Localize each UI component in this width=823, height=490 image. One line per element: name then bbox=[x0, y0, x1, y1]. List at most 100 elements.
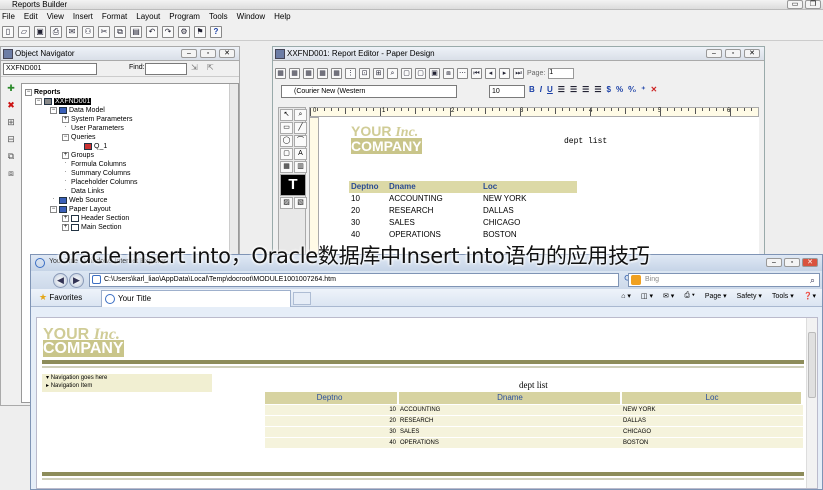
align-center-icon[interactable]: ☰ bbox=[570, 85, 577, 94]
menu-program[interactable]: Program bbox=[169, 10, 200, 23]
cut-icon[interactable]: ✂ bbox=[98, 25, 110, 38]
menu-window[interactable]: Window bbox=[237, 10, 265, 23]
first-page-icon[interactable]: ⏮ bbox=[471, 67, 482, 79]
last-page-icon[interactable]: ⏭ bbox=[513, 67, 524, 79]
expand-icon[interactable]: ⊞ bbox=[7, 117, 15, 128]
menu-tools[interactable]: Tools bbox=[209, 10, 228, 23]
run-icon[interactable]: ⚙ bbox=[178, 25, 190, 38]
menu-format[interactable]: Format bbox=[102, 10, 127, 23]
tree-node-user-parameters[interactable]: · User Parameters bbox=[62, 124, 124, 133]
size-icon[interactable]: ⊡ bbox=[359, 67, 370, 79]
browser-tab[interactable]: Your Title bbox=[101, 290, 291, 307]
back-button[interactable]: ◀ bbox=[53, 273, 68, 288]
menu-insert[interactable]: Insert bbox=[73, 10, 93, 23]
arc-tool-icon[interactable]: ⌒ bbox=[294, 135, 307, 147]
tree-node-queries[interactable]: − Queries bbox=[62, 133, 96, 142]
scrollbar-thumb[interactable] bbox=[808, 332, 816, 398]
feeds-icon[interactable]: ◫ ▾ bbox=[641, 292, 653, 300]
magnify-tool-icon[interactable]: ⌕ bbox=[294, 109, 307, 121]
font-size-select[interactable]: 10 bbox=[489, 85, 525, 98]
navigator-maximize-button[interactable]: ▫ bbox=[200, 49, 216, 58]
web-source-view-icon[interactable]: ▦ bbox=[289, 67, 300, 79]
delete-icon[interactable]: ✖ bbox=[7, 100, 15, 111]
tree-node-paper-layout[interactable]: − Paper Layout bbox=[50, 205, 111, 214]
chart-tool-icon[interactable]: ▥ bbox=[294, 161, 307, 173]
find-prev-icon[interactable]: ⇱ bbox=[207, 63, 214, 72]
paper-parameter-view-icon[interactable]: ▦ bbox=[331, 67, 342, 79]
menu-edit[interactable]: Edit bbox=[24, 10, 38, 23]
paper-design-view-icon[interactable]: ▦ bbox=[317, 67, 328, 79]
save-icon[interactable]: ▣ bbox=[34, 25, 46, 38]
app-restore-button[interactable]: ❐ bbox=[805, 0, 821, 9]
app-minimize-button[interactable]: ▭ bbox=[787, 0, 803, 9]
print-icon[interactable]: ⎙ ▾ bbox=[684, 292, 695, 300]
confine-icon[interactable]: ▣ bbox=[429, 67, 440, 79]
grid-icon[interactable]: ⋯ bbox=[457, 67, 468, 79]
currency-icon[interactable]: $ bbox=[606, 85, 610, 94]
align-left-icon[interactable]: ☰ bbox=[558, 85, 565, 94]
copy-icon[interactable]: ⧉ bbox=[114, 25, 126, 38]
line-color-icon[interactable]: ▧ bbox=[294, 197, 307, 209]
tree-node-groups[interactable]: + Groups bbox=[62, 151, 94, 160]
fill-color-icon[interactable]: ▨ bbox=[280, 197, 293, 209]
flex-icon[interactable]: ⧈ bbox=[443, 67, 454, 79]
collapse-icon[interactable]: ⊟ bbox=[7, 134, 15, 145]
tools-menu[interactable]: Tools ▾ bbox=[772, 292, 794, 300]
justify-icon[interactable]: ☰ bbox=[594, 85, 601, 94]
frame-icon[interactable]: ▢ bbox=[401, 67, 412, 79]
find-input[interactable] bbox=[145, 63, 187, 75]
editor-minimize-button[interactable]: – bbox=[706, 49, 722, 58]
remove-decimal-icon[interactable]: ✕ bbox=[650, 85, 657, 94]
page-number-input[interactable]: 1 bbox=[548, 67, 575, 79]
nav-line-2[interactable]: ▸ Navigation Item bbox=[42, 382, 212, 390]
data-model-view-icon[interactable]: ▦ bbox=[275, 67, 286, 79]
page-menu[interactable]: Page ▾ bbox=[705, 292, 727, 300]
rounded-rect-tool-icon[interactable]: ▢ bbox=[280, 148, 293, 160]
help-icon[interactable]: ❓▾ bbox=[804, 292, 816, 300]
text-style-icon[interactable]: T bbox=[280, 174, 306, 196]
tree-node-web-source[interactable]: · Web Source bbox=[50, 196, 107, 205]
expand-all-icon[interactable]: ⧉ bbox=[8, 151, 14, 162]
print-icon[interactable]: ⎙ bbox=[50, 25, 62, 38]
find-next-icon[interactable]: ⇲ bbox=[191, 63, 198, 72]
tree-node-formula-columns[interactable]: · Formula Columns bbox=[62, 160, 126, 169]
tree-node-main-section[interactable]: + Main Section bbox=[62, 223, 121, 232]
next-page-icon[interactable]: ▸ bbox=[499, 67, 510, 79]
help-icon[interactable]: ? bbox=[210, 25, 222, 38]
menu-layout[interactable]: Layout bbox=[136, 10, 160, 23]
navigator-object-select[interactable]: XXFND001 bbox=[3, 63, 97, 75]
navigator-close-button[interactable]: ✕ bbox=[219, 49, 235, 58]
group-icon[interactable]: ⊞ bbox=[373, 67, 384, 79]
tree-node-reports[interactable]: − Reports bbox=[25, 88, 60, 97]
tree-node-report[interactable]: − XXFND001 bbox=[35, 97, 92, 106]
open-icon[interactable]: ▱ bbox=[18, 25, 30, 38]
field-icon[interactable]: ▢ bbox=[415, 67, 426, 79]
font-name-select[interactable]: (Courier New (Western bbox=[281, 85, 457, 98]
browser-close-button[interactable]: ✕ bbox=[802, 258, 818, 267]
address-input[interactable]: C:\Users\karl_liao\AppData\Local\Temp\do… bbox=[89, 273, 619, 287]
paste-icon[interactable]: ▤ bbox=[130, 25, 142, 38]
mail-icon[interactable]: ✉ ▾ bbox=[663, 292, 674, 300]
field-tool-icon[interactable]: ▦ bbox=[280, 161, 293, 173]
add-decimal-icon[interactable]: ⁺ bbox=[641, 85, 645, 94]
rectangle-tool-icon[interactable]: ▭ bbox=[280, 122, 293, 134]
browser-scrollbar[interactable] bbox=[806, 318, 817, 488]
editor-close-button[interactable]: ✕ bbox=[744, 49, 760, 58]
browser-minimize-button[interactable]: – bbox=[766, 258, 782, 267]
zoom-icon[interactable]: ⌕ bbox=[387, 67, 398, 79]
menu-view[interactable]: View bbox=[47, 10, 64, 23]
tree-node-q1[interactable]: Q_1 bbox=[84, 142, 107, 151]
safety-menu[interactable]: Safety ▾ bbox=[737, 292, 762, 300]
underline-button[interactable]: U bbox=[547, 85, 553, 94]
debug-icon[interactable]: ⚑ bbox=[194, 25, 206, 38]
tree-node-summary-columns[interactable]: · Summary Columns bbox=[62, 169, 131, 178]
browser-maximize-button[interactable]: ▫ bbox=[784, 258, 800, 267]
forward-button[interactable]: ▶ bbox=[69, 273, 84, 288]
line-tool-icon[interactable]: ╱ bbox=[294, 122, 307, 134]
text-tool-icon[interactable]: A bbox=[294, 148, 307, 160]
new-tab-button[interactable] bbox=[293, 292, 311, 305]
align-icon[interactable]: ⋮ bbox=[345, 67, 356, 79]
collapse-all-icon[interactable]: ⧈ bbox=[8, 168, 14, 179]
search-input[interactable]: Bing ⌕ bbox=[628, 273, 820, 287]
create-icon[interactable]: ✚ bbox=[7, 83, 15, 94]
